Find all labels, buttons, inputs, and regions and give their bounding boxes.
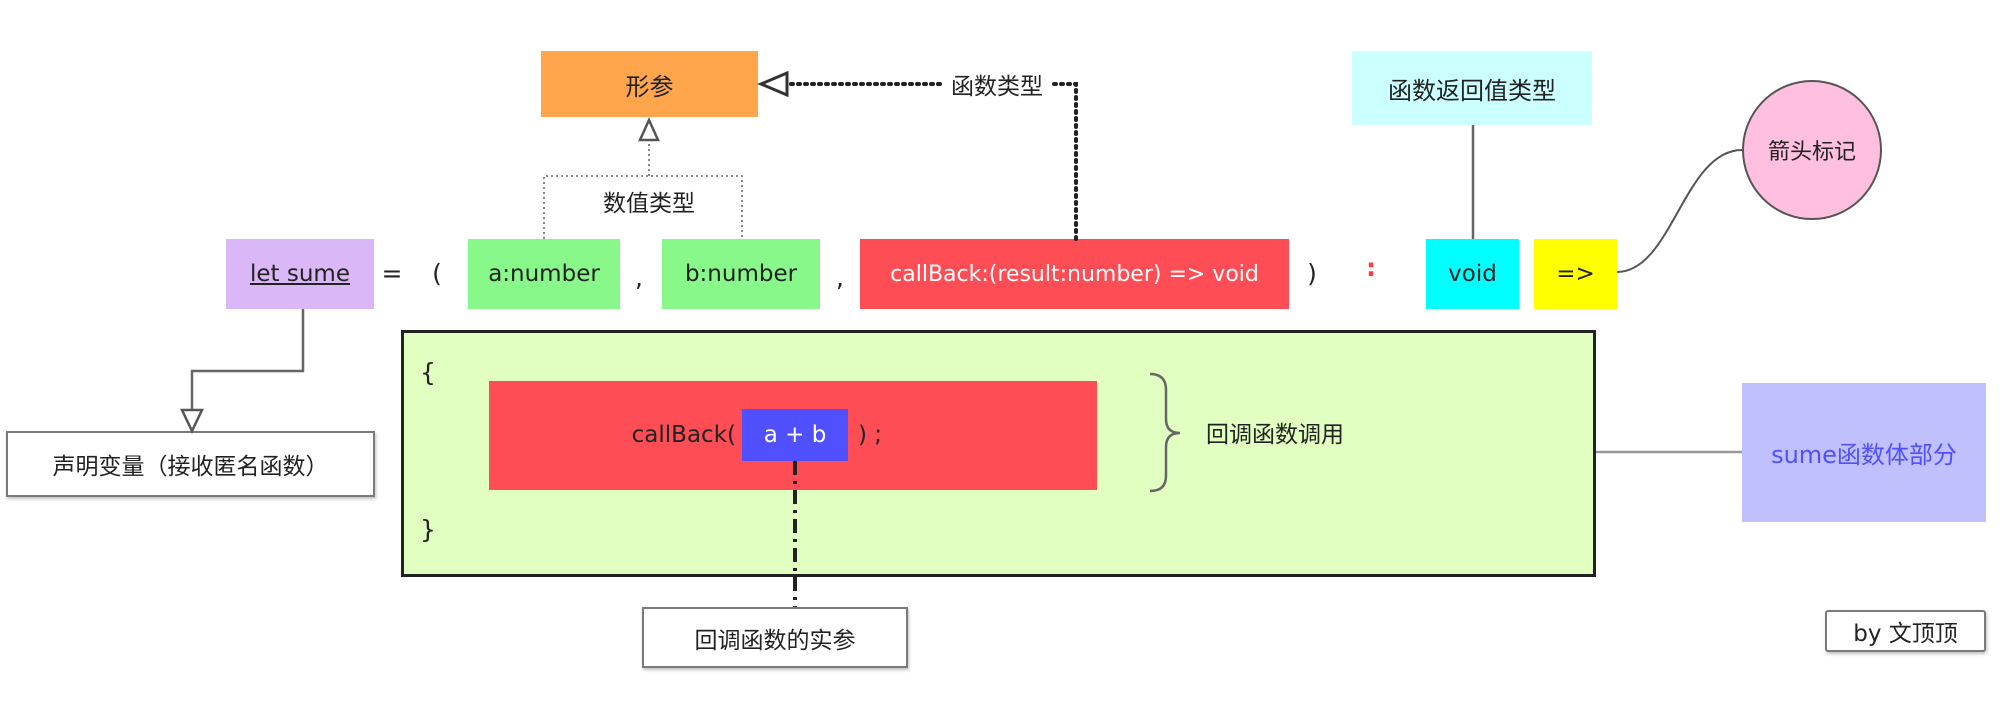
callback-call-label: 回调函数调用 [1206,422,1344,448]
author-box: by 文顶顶 [1825,610,1986,652]
number-type-arrowhead [638,116,660,142]
function-type-label: 函数类型 [942,68,1052,100]
let-sume-box: let sume [226,239,374,309]
param-b-box: b:number [662,239,820,309]
function-type-connector [1050,82,1078,241]
callback-call-suffix: ) ; [858,422,883,448]
comma-1: , [635,263,643,292]
close-brace: } [420,515,436,544]
arrow-marker-circle: 箭头标记 [1742,80,1882,220]
param-a-box: a:number [468,239,620,309]
declare-variable-box: 声明变量（接收匿名函数） [6,431,375,497]
return-type-box: 函数返回值类型 [1352,51,1592,125]
actual-argument-box: 回调函数的实参 [642,607,908,668]
open-brace: { [420,358,436,387]
equals-sign: = [381,259,403,288]
declare-connector [190,309,305,410]
body-part-box: sume函数体部分 [1742,383,1986,522]
arrow-marker-connector [1616,149,1743,273]
argument-box: a + b [742,409,848,461]
arrow-token-box: => [1534,239,1617,309]
callback-call-prefix: callBack( [631,422,736,448]
let-sume-text: let sume [250,261,350,287]
param-callback-box: callBack:(result:number) => void [860,239,1289,309]
declare-arrowhead [180,408,204,434]
close-paren: ) [1307,259,1317,288]
number-type-label: 数值类型 [603,191,695,217]
function-type-arrowhead [757,70,789,98]
params-box: 形参 [541,51,758,117]
comma-2: , [836,263,844,292]
return-void-box: void [1426,239,1519,309]
type-colon: : [1366,253,1376,282]
open-paren: ( [432,259,442,288]
